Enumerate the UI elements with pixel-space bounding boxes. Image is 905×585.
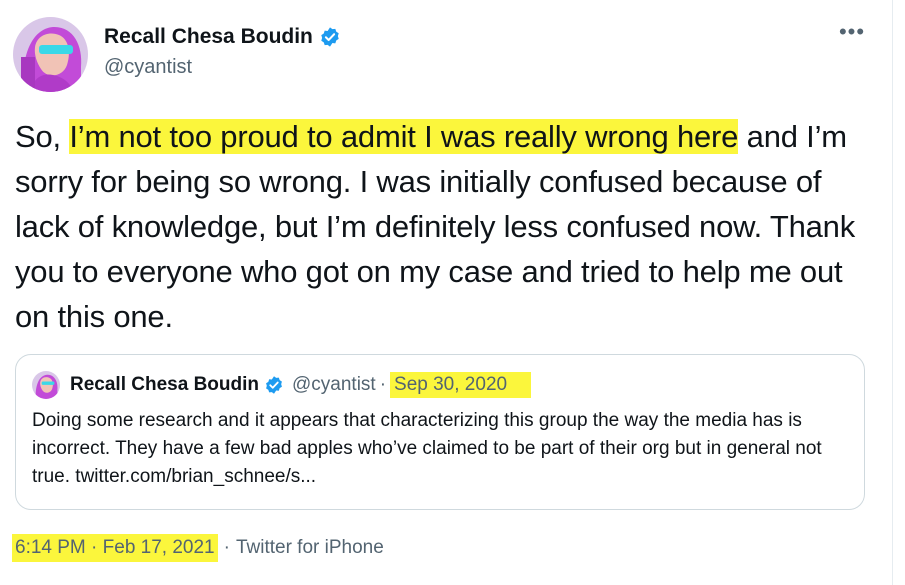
author-name[interactable]: Recall Chesa Boudin	[104, 25, 313, 49]
author-handle[interactable]: @cyantist	[104, 56, 192, 79]
tweet-meta: 6:14 PM · Feb 17, 2021 · Twitter for iPh…	[12, 534, 384, 562]
quoted-author-handle: @cyantist	[292, 374, 376, 395]
quoted-avatar	[32, 371, 60, 399]
quoted-separator: ·	[379, 374, 387, 395]
quoted-tweet[interactable]: Recall Chesa Boudin @cyantist · Sep 30, …	[15, 354, 865, 510]
quoted-date: Sep 30, 2020	[390, 372, 532, 398]
more-options-icon[interactable]: •••	[838, 21, 866, 44]
tweet-card: Recall Chesa Boudin @cyantist ••• So, I’…	[0, 0, 893, 585]
tweet-source[interactable]: Twitter for iPhone	[236, 537, 384, 559]
tweet-text: So, I’m not too proud to admit I was rea…	[15, 114, 875, 339]
meta-separator: ·	[223, 537, 230, 558]
quoted-text: Doing some research and it appears that …	[32, 410, 822, 487]
tweet-timestamp[interactable]: 6:14 PM · Feb 17, 2021	[12, 534, 218, 562]
quoted-author-name: Recall Chesa Boudin	[70, 374, 259, 395]
tweet-text-before: So,	[15, 119, 70, 154]
verified-badge-icon	[321, 27, 339, 47]
verified-badge-icon	[266, 376, 282, 394]
avatar[interactable]	[13, 17, 88, 92]
tweet-text-highlighted: I’m not too proud to admit I was really …	[69, 119, 739, 154]
